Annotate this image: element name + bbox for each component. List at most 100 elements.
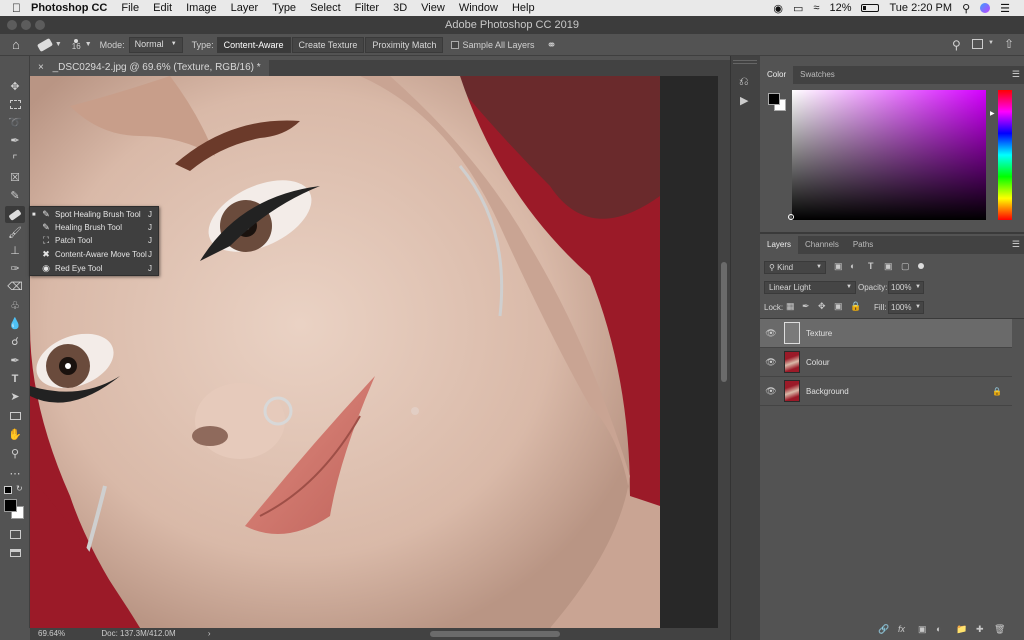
type-create-texture-button[interactable]: Create Texture [291, 36, 365, 53]
share-icon[interactable]: ⇧ [1004, 37, 1014, 51]
lock-transparent-icon[interactable]: ▦ [786, 301, 795, 312]
panel-menu-icon[interactable]: ☰ [1012, 239, 1020, 250]
new-adjustment-layer-icon[interactable]: ◐ [936, 624, 941, 634]
battery-icon[interactable] [861, 4, 880, 12]
tab-swatches[interactable]: Swatches [793, 66, 842, 84]
menu-filter[interactable]: Filter [355, 2, 379, 14]
menu-file[interactable]: File [121, 2, 139, 14]
filter-type-icon[interactable]: T [868, 261, 874, 271]
vertical-scrollbar-thumb[interactable] [721, 262, 727, 382]
menu-layer[interactable]: Layer [231, 2, 259, 14]
status-menu-chevron-icon[interactable]: › [208, 629, 211, 638]
zoom-window-button[interactable] [35, 20, 45, 30]
siri-icon[interactable] [980, 3, 991, 13]
paint-bucket-tool-icon[interactable]: ♧ [5, 297, 25, 314]
clock[interactable]: Tue 2:20 PM [889, 2, 952, 14]
hand-tool-icon[interactable]: ✋ [5, 426, 25, 443]
hue-slider-handle-icon[interactable]: ▶ [990, 110, 995, 117]
clone-stamp-tool-icon[interactable]: ⊥ [5, 242, 25, 259]
eye-icon[interactable]: 👁 [760, 357, 782, 368]
home-icon[interactable]: ⌂ [12, 37, 20, 52]
flyout-item-red-eye[interactable]: ◉ Red Eye Tool J [30, 262, 158, 275]
tool-preset-picker[interactable]: ▼ [36, 37, 62, 52]
more-tools-icon[interactable]: ⋯ [5, 465, 25, 482]
hue-slider[interactable] [998, 90, 1012, 220]
app-menu[interactable]: Photoshop CC [31, 2, 107, 14]
new-layer-icon[interactable]: ✚ [976, 624, 984, 635]
tab-layers[interactable]: Layers [760, 236, 799, 254]
flyout-item-spot-healing[interactable]: ■ ✎ Spot Healing Brush Tool J [30, 208, 158, 221]
color-spectrum-field[interactable] [792, 90, 986, 220]
airplay-icon[interactable]: ▭ [793, 2, 803, 15]
foreground-color-swatch[interactable] [4, 499, 17, 512]
lock-image-icon[interactable]: ✒ [802, 301, 810, 312]
lock-position-icon[interactable]: ✥ [818, 301, 826, 312]
sample-all-layers-checkbox[interactable] [451, 40, 460, 49]
brush-size-picker[interactable]: 16 [72, 38, 81, 51]
image-canvas[interactable] [30, 76, 660, 628]
strip-grip[interactable] [733, 60, 757, 64]
flyout-item-patch[interactable]: ⛶ Patch Tool J [30, 234, 158, 247]
document-tab[interactable]: × _DSC0294-2.jpg @ 69.6% (Texture, RGB/1… [30, 60, 269, 76]
blur-tool-icon[interactable]: 💧 [5, 315, 25, 332]
filter-smart-object-icon[interactable]: ▢ [901, 261, 910, 272]
zoom-tool-icon[interactable]: ⚲ [5, 445, 25, 462]
close-tab-icon[interactable]: × [38, 62, 44, 73]
pressure-size-icon[interactable]: ⚭ [546, 38, 556, 52]
menu-edit[interactable]: Edit [153, 2, 172, 14]
eye-icon[interactable]: 👁 [760, 328, 782, 339]
chevron-down-icon[interactable]: ▼ [85, 41, 92, 48]
fill-field[interactable]: 100% ▼ [888, 301, 924, 314]
type-content-aware-button[interactable]: Content-Aware [216, 36, 291, 53]
rectangle-tool-icon[interactable] [5, 407, 25, 424]
spot-healing-tool-icon[interactable] [5, 206, 25, 223]
spotlight-icon[interactable]: ⚲ [962, 2, 970, 15]
delete-layer-icon[interactable]: 🗑 [994, 624, 1005, 635]
screen-mode-icon[interactable] [5, 544, 25, 561]
layer-style-fx-icon[interactable]: fx [898, 624, 905, 634]
color-picker-cursor[interactable] [788, 214, 794, 220]
quick-selection-tool-icon[interactable]: ✒ [5, 132, 25, 149]
menu-type[interactable]: Type [272, 2, 296, 14]
horizontal-scrollbar-thumb[interactable] [430, 631, 560, 637]
flyout-item-content-aware-move[interactable]: ✖ Content-Aware Move Tool J [30, 248, 158, 261]
panel-menu-icon[interactable]: ☰ [1012, 69, 1020, 80]
new-group-icon[interactable]: 📁 [956, 624, 967, 635]
quick-mask-icon[interactable] [5, 526, 25, 543]
layer-row-colour[interactable]: 👁 Colour [760, 348, 1012, 377]
lock-all-icon[interactable]: 🔒 [850, 301, 861, 312]
type-tool-icon[interactable]: T [5, 370, 25, 387]
type-proximity-match-button[interactable]: Proximity Match [365, 36, 444, 53]
lasso-tool-icon[interactable]: ➰ [5, 114, 25, 131]
notification-center-icon[interactable]: ☰ [1000, 2, 1010, 15]
color-foreground-swatch[interactable] [768, 93, 780, 105]
crop-tool-icon[interactable]: ⌜ [5, 151, 25, 168]
filter-toggle-icon[interactable] [918, 263, 924, 269]
menu-image[interactable]: Image [186, 2, 217, 14]
pen-tool-icon[interactable]: ✒ [5, 352, 25, 369]
path-selection-tool-icon[interactable]: ➤ [5, 388, 25, 405]
minimize-window-button[interactable] [21, 20, 31, 30]
filter-adjustment-icon[interactable]: ◐ [850, 261, 855, 271]
close-window-button[interactable] [7, 20, 17, 30]
zoom-level[interactable]: 69.64% [38, 629, 65, 638]
search-icon[interactable]: ⚲ [952, 38, 961, 52]
menu-help[interactable]: Help [512, 2, 535, 14]
frame-tool-icon[interactable]: ☒ [5, 169, 25, 186]
tab-channels[interactable]: Channels [798, 236, 846, 254]
tab-paths[interactable]: Paths [846, 236, 880, 254]
menu-3d[interactable]: 3D [393, 2, 407, 14]
menu-select[interactable]: Select [310, 2, 341, 14]
menu-window[interactable]: Window [459, 2, 498, 14]
flyout-item-healing-brush[interactable]: ✎ Healing Brush Tool J [30, 221, 158, 234]
add-mask-icon[interactable]: ▣ [918, 624, 927, 635]
filter-pixel-icon[interactable]: ▣ [834, 261, 843, 272]
tab-color[interactable]: Color [760, 66, 794, 84]
dodge-tool-icon[interactable]: ☌ [5, 333, 25, 350]
menu-view[interactable]: View [421, 2, 445, 14]
filter-shape-icon[interactable]: ▣ [884, 261, 893, 272]
layer-filter-select[interactable]: ⚲ Kind ▼ [764, 261, 826, 274]
wifi-icon[interactable]: ≈ [813, 2, 819, 14]
layer-row-background[interactable]: 👁 Background 🔒 [760, 377, 1012, 406]
swap-colors-icon[interactable]: ↻ [16, 484, 23, 493]
